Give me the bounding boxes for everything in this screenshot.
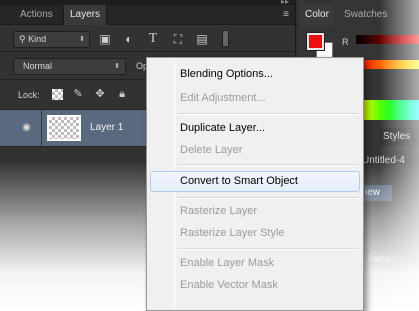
lock-all-icon[interactable]: 🔒︎ bbox=[116, 88, 128, 100]
chevron-updown-icon: ⬍ bbox=[114, 63, 120, 70]
kind-select-label: Kind bbox=[28, 34, 47, 44]
layer-thumbnail[interactable] bbox=[47, 115, 81, 141]
layer-name[interactable]: Layer 1 bbox=[90, 122, 123, 133]
shape-filter-icon[interactable]: ⛶ bbox=[171, 32, 185, 46]
menu-item-edit-adjustment: Edit Adjustment... bbox=[180, 92, 266, 104]
menu-item-rasterize-layer: Rasterize Layer bbox=[180, 205, 258, 217]
tab-layers[interactable]: Layers bbox=[63, 5, 108, 25]
menu-item-rasterize-layer-style: Rasterize Layer Style bbox=[180, 227, 285, 239]
panel-menu-icon[interactable]: ≡ bbox=[283, 9, 289, 20]
lock-position-move-icon[interactable]: ✥ bbox=[94, 88, 106, 100]
menu-item-enable-layer-mask: Enable Layer Mask bbox=[180, 257, 275, 269]
menu-item-blending-options[interactable]: Blending Options... bbox=[150, 64, 360, 85]
lock-pixels-brush-icon[interactable]: ✎ bbox=[72, 88, 84, 100]
chevron-updown-icon: ⬍ bbox=[79, 36, 85, 43]
menu-item-convert-to-smart-object[interactable]: Convert to Smart Object bbox=[150, 171, 360, 192]
menu-item-delete-layer: Delete Layer bbox=[180, 144, 243, 156]
layer-filter-row: ⚲ Kind ⬍ ▣ ◐ T ⛶ ▤ bbox=[0, 26, 295, 52]
foreground-color-swatch[interactable] bbox=[307, 33, 324, 50]
menu-separator bbox=[178, 197, 358, 199]
red-channel-slider[interactable] bbox=[356, 35, 419, 44]
smart-object-filter-icon[interactable]: ▤ bbox=[195, 32, 209, 46]
photoshop-workspace: ▸▸ Actions Layers ≡ ⚲ Kind ⬍ ▣ ◐ T ⛶ ▤ N… bbox=[0, 0, 419, 311]
red-channel-label: R bbox=[342, 37, 349, 47]
document-name: Untitled-4 bbox=[362, 155, 405, 166]
lock-label: Lock: bbox=[18, 90, 40, 100]
layer-divider bbox=[41, 110, 42, 147]
view-item[interactable]: iew bbox=[362, 185, 393, 201]
layers-tab-bar: Actions Layers ≡ bbox=[0, 5, 295, 25]
menu-separator bbox=[178, 113, 358, 115]
tab-actions[interactable]: Actions bbox=[14, 5, 59, 25]
menu-separator bbox=[178, 248, 358, 250]
search-icon: ⚲ bbox=[19, 34, 26, 44]
image-filter-icon[interactable]: ▣ bbox=[98, 32, 112, 46]
eye-icon[interactable]: ◉ bbox=[20, 122, 33, 134]
menu-item-enable-vector-mask: Enable Vector Mask bbox=[180, 279, 278, 291]
menu-item-duplicate-layer[interactable]: Duplicate Layer... bbox=[150, 118, 360, 139]
tab-color[interactable]: Color bbox=[300, 5, 334, 25]
tab-swatches[interactable]: Swatches bbox=[339, 5, 392, 25]
tab-styles[interactable]: Styles bbox=[380, 128, 419, 146]
layer-context-menu: Blending Options... Edit Adjustment... D… bbox=[146, 57, 364, 311]
type-filter-icon[interactable]: T bbox=[146, 32, 160, 46]
menu-separator bbox=[178, 164, 358, 166]
lock-transparency-icon[interactable] bbox=[52, 89, 63, 100]
filter-toggle-switch[interactable] bbox=[222, 30, 229, 47]
tab-paths[interactable]: Paths bbox=[362, 252, 398, 266]
green-channel-slider[interactable] bbox=[356, 60, 419, 69]
filter-kind-select[interactable]: ⚲ Kind ⬍ bbox=[13, 31, 90, 48]
blend-mode-select[interactable]: Normal ⬍ bbox=[13, 58, 126, 75]
adjustment-filter-icon[interactable]: ◐ bbox=[122, 32, 136, 46]
blend-mode-value: Normal bbox=[23, 61, 53, 71]
